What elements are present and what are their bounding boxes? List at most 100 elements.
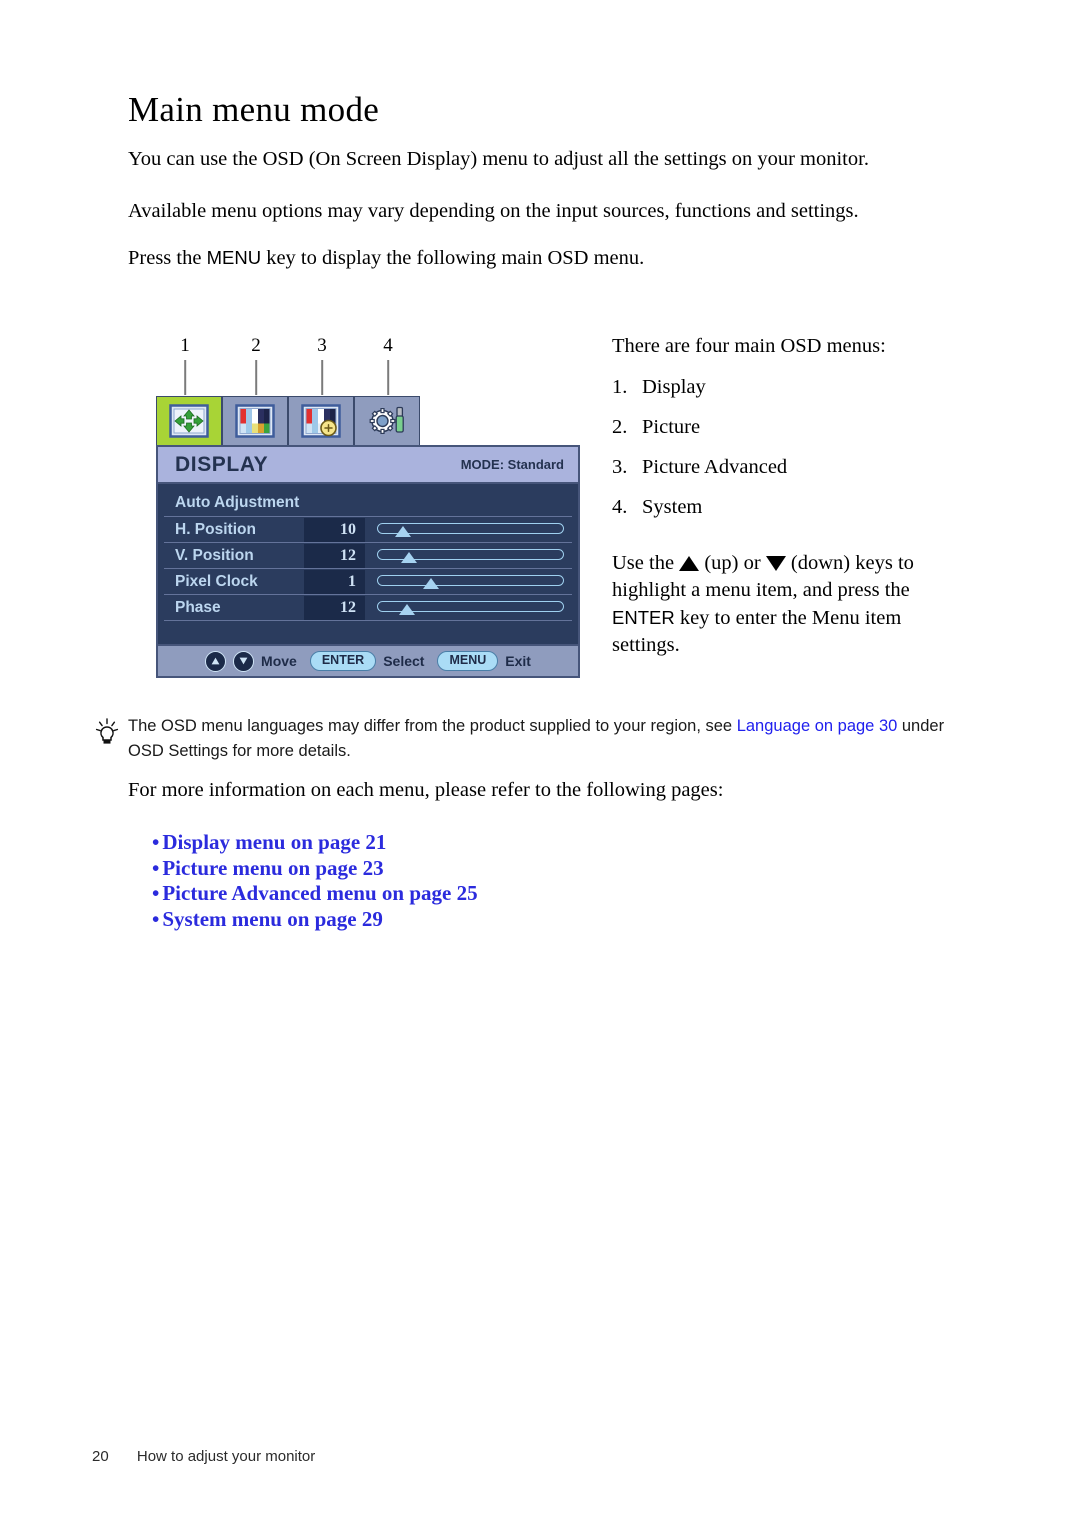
up-triangle-icon [679, 556, 700, 571]
osd-item-value: 1 [304, 569, 365, 594]
osd-item-list: Auto Adjustment H. Position 10 V. Positi… [158, 484, 578, 644]
document-page: Main menu mode You can use the OSD (On S… [0, 0, 1080, 1527]
link-system-menu[interactable]: System menu on page 29 [162, 907, 383, 931]
osd-item-slider[interactable] [377, 518, 564, 542]
osd-item-auto-adjustment[interactable]: Auto Adjustment [164, 489, 572, 517]
down-arrow-key-icon[interactable] [233, 650, 255, 672]
callout-number-1: 1 [180, 335, 190, 356]
osd-item-value: 12 [304, 595, 365, 620]
intro-paragraph-2: Available menu options may vary dependin… [128, 200, 859, 222]
slider-thumb[interactable] [398, 603, 415, 615]
move-arrows-icon [169, 404, 209, 438]
osd-item-h-position[interactable]: H. Position 10 [164, 517, 572, 543]
osd-menu-illustration: DISPLAY MODE: Standard Auto Adjustment H… [156, 396, 580, 678]
osd-item-pixel-clock[interactable]: Pixel Clock 1 [164, 569, 572, 595]
osd-menu-title: DISPLAY [175, 452, 269, 476]
color-bars-icon [235, 404, 275, 438]
up-arrow-key-icon[interactable] [205, 650, 227, 672]
osd-move-label: Move [261, 653, 297, 669]
bullet-icon: • [152, 830, 160, 854]
list-item-number: 4. [612, 496, 628, 518]
callout-number-2: 2 [251, 335, 261, 356]
list-item-label: Display [642, 376, 706, 398]
osd-item-slider[interactable] [377, 544, 564, 568]
refer-line: For more information on each menu, pleas… [128, 779, 724, 801]
osd-menu-legend: There are four main OSD menus: 1. Displa… [612, 333, 972, 659]
osd-tab-system[interactable] [354, 396, 420, 446]
bullet-icon: • [152, 881, 160, 905]
down-triangle-icon [765, 556, 786, 571]
list-item[interactable]: • Display menu on page 21 [152, 830, 478, 856]
list-item-label: Picture Advanced [642, 456, 788, 478]
slider-thumb[interactable] [423, 577, 440, 589]
light-bulb-icon [95, 718, 119, 744]
osd-tab-picture-advanced[interactable] [288, 396, 354, 446]
bullet-icon: • [152, 855, 160, 880]
osd-item-v-position[interactable]: V. Position 12 [164, 543, 572, 569]
osd-item-slider[interactable] [377, 570, 564, 594]
gear-screwdriver-icon [369, 406, 404, 434]
cross-reference-list: • Display menu on page 21 • Picture menu o… [152, 830, 478, 932]
footer-chapter-title: How to adjust your monitor [136, 1448, 316, 1465]
list-item[interactable]: • Picture Advanced menu on page 25 [152, 881, 478, 907]
menu-key-sentence-before: Press the [128, 247, 207, 269]
list-item: 1. Display [612, 374, 972, 401]
callout-leader-4 [387, 360, 389, 395]
osd-item-label: Auto Adjustment [175, 493, 300, 511]
list-item[interactable]: • System menu on page 29 [152, 907, 478, 933]
osd-menu-key[interactable]: MENU [437, 651, 499, 671]
usage-text-1: Use the [612, 552, 680, 574]
list-item: 4. System [612, 494, 972, 521]
slider-track [377, 574, 564, 586]
list-item[interactable]: • Picture menu on page 23 [152, 856, 478, 882]
list-item: 3. Picture Advanced [612, 454, 972, 481]
menu-key-label: MENU [206, 247, 262, 268]
enter-key-label: ENTER [612, 607, 675, 628]
callout-number-3: 3 [317, 335, 327, 356]
link-display-menu[interactable]: Display menu on page 21 [162, 830, 386, 854]
bullet-icon: • [152, 906, 160, 931]
osd-item-slider[interactable] [377, 596, 564, 620]
link-picture-menu[interactable]: Picture menu on page 23 [162, 856, 383, 880]
list-item-number: 3. [612, 456, 628, 478]
osd-tab-bar [156, 396, 423, 446]
callout-group: 1 2 3 4 [155, 335, 595, 395]
osd-item-label: Pixel Clock [175, 572, 258, 590]
osd-enter-key[interactable]: ENTER [309, 651, 377, 671]
osd-title-bar: DISPLAY MODE: Standard [158, 447, 578, 484]
list-item-label: System [642, 496, 703, 518]
menu-key-sentence-after: key to display the following main OSD me… [261, 247, 645, 269]
intro-paragraph-1: You can use the OSD (On Screen Display) … [128, 148, 869, 170]
osd-item-label: H. Position [175, 520, 256, 538]
osd-item-value: 10 [304, 517, 365, 542]
note-block: The OSD menu languages may differ from t… [92, 714, 972, 764]
note-text: The OSD menu languages may differ from t… [128, 714, 972, 764]
slider-thumb[interactable] [400, 551, 417, 563]
page-title: Main menu mode [128, 90, 380, 129]
callout-leader-1 [184, 360, 186, 395]
callout-leader-3 [321, 360, 323, 395]
intro-paragraph-3: Press the MENU key to display the follow… [128, 245, 928, 271]
osd-panel: DISPLAY MODE: Standard Auto Adjustment H… [156, 445, 580, 678]
osd-item-phase[interactable]: Phase 12 [164, 595, 572, 621]
note-text-a: The OSD menu languages may differ from t… [128, 717, 737, 735]
legend-lead-text: There are four main OSD menus: [612, 335, 886, 357]
osd-item-value: 12 [304, 543, 365, 568]
note-link-language[interactable]: Language on page [737, 717, 875, 735]
legend-list: 1. Display 2. Picture 3. Picture Advance… [612, 374, 972, 521]
osd-tab-picture[interactable] [222, 396, 288, 446]
callout-leader-2 [255, 360, 257, 395]
color-bars-plus-icon [301, 404, 341, 438]
osd-mode-label: MODE: Standard [460, 457, 564, 472]
callout-number-4: 4 [383, 335, 393, 356]
list-item-label: Picture [642, 416, 701, 438]
link-picture-advanced-menu[interactable]: Picture Advanced menu on page 25 [162, 881, 477, 905]
list-item-number: 1. [612, 376, 628, 398]
note-link-page-number[interactable]: 30 [879, 717, 897, 735]
page-footer: 20 How to adjust your monitor [92, 1448, 315, 1465]
list-item-number: 2. [612, 416, 628, 438]
list-item: 2. Picture [612, 414, 972, 441]
osd-tab-display[interactable] [156, 396, 222, 446]
footer-page-number: 20 [92, 1448, 109, 1465]
slider-thumb[interactable] [395, 525, 412, 537]
